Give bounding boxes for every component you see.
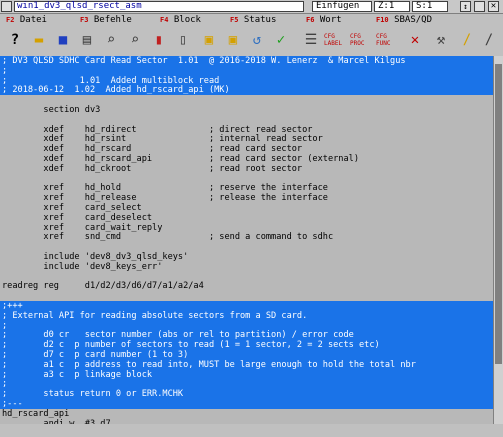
- code-line[interactable]: xdef hd_rdirect ; direct read sector: [0, 125, 493, 135]
- menu-wort[interactable]: F6 Wort: [306, 14, 342, 26]
- code-line[interactable]: ; External API for reading absolute sect…: [0, 310, 493, 321]
- code-line[interactable]: [0, 174, 493, 184]
- menu-bar: F2 Datei F3 Befehle F4 Block F5 Status F…: [0, 14, 503, 26]
- menu-status[interactable]: F5 Status: [230, 14, 276, 26]
- code-line[interactable]: [0, 272, 493, 282]
- undo-icon[interactable]: ↺: [246, 29, 268, 51]
- toolbar: ? ▬ ■ ▤ ⌕ ⌕ ▮ ▯ ▣ ▣ ↺ ✓ ☰ CFG LABEL CFG …: [0, 26, 503, 57]
- confirm-icon[interactable]: ✓: [270, 29, 292, 51]
- code-line[interactable]: section dv3: [0, 105, 493, 115]
- code-editor[interactable]: ; DV3 QLSD SDHC Card Read Sector 1.01 @ …: [0, 56, 493, 424]
- open-folder-icon[interactable]: ▬: [28, 29, 50, 51]
- pen-icon[interactable]: /: [456, 29, 478, 51]
- line-indicator: Z:1: [374, 1, 410, 12]
- code-line[interactable]: xdef hd_rscard_api ; read card sector (e…: [0, 154, 493, 164]
- menu-befehle[interactable]: F3 Befehle: [80, 14, 132, 26]
- code-line[interactable]: ; a1 c p address to read into, MUST be l…: [0, 359, 493, 370]
- code-line[interactable]: [0, 242, 493, 252]
- vertical-scrollbar[interactable]: [493, 56, 503, 424]
- code-line[interactable]: xref card_deselect: [0, 213, 493, 223]
- code-line[interactable]: xdef hd_rscard ; read card sector: [0, 144, 493, 154]
- menu-datei[interactable]: F2 Datei: [6, 14, 47, 26]
- mode-indicator: Einfügen: [312, 1, 372, 12]
- list-icon[interactable]: ☰: [300, 29, 322, 51]
- code-line[interactable]: ;: [0, 320, 493, 331]
- copy-block-icon[interactable]: ▣: [198, 29, 220, 51]
- code-line[interactable]: ; status return 0 or ERR.MCHK: [0, 389, 493, 400]
- scroll-thumb[interactable]: [495, 64, 502, 364]
- save-icon[interactable]: ■: [52, 29, 74, 51]
- code-line[interactable]: xdef hd_rsint ; internal read sector: [0, 134, 493, 144]
- cfg-label-icon[interactable]: CFG LABEL: [324, 29, 346, 51]
- code-line[interactable]: ; 2018-06-12 1.02 Added hd_rscard_api (M…: [0, 85, 493, 96]
- code-line[interactable]: include 'dev8_dv3_qlsd_keys': [0, 252, 493, 262]
- window-menu-icon[interactable]: [1, 1, 12, 12]
- code-line[interactable]: ; DV3 QLSD SDHC Card Read Sector 1.01 @ …: [0, 56, 493, 66]
- code-line[interactable]: ;+++: [0, 301, 493, 311]
- code-line[interactable]: ;: [0, 379, 493, 390]
- code-line[interactable]: xref hd_hold ; reserve the interface: [0, 183, 493, 193]
- code-line[interactable]: xref snd_cmd ; send a command to sdhc: [0, 232, 493, 242]
- code-line[interactable]: hd_rscard_api: [0, 409, 493, 419]
- code-line[interactable]: ; a3 c p linkage block: [0, 369, 493, 380]
- code-line[interactable]: readreg reg d1/d2/d3/d6/d7/a1/a2/a4: [0, 281, 493, 291]
- paste-block-icon[interactable]: ▣: [222, 29, 244, 51]
- close-icon[interactable]: ✕: [488, 1, 499, 12]
- code-line[interactable]: xref card_select: [0, 203, 493, 213]
- sleep-icon[interactable]: [474, 1, 485, 12]
- cfg-func-icon[interactable]: CFG FUNC: [376, 29, 398, 51]
- window-title-box: win1_dv3_qlsd_rsect_asm: [14, 1, 304, 12]
- code-line[interactable]: ; d7 c p card number (1 to 3): [0, 350, 493, 360]
- code-line[interactable]: xdef hd_ckroot ; read root sector: [0, 164, 493, 174]
- code-line[interactable]: [0, 291, 493, 301]
- code-line[interactable]: ;---: [0, 399, 493, 409]
- cfg-proc-icon[interactable]: CFG PROC: [350, 29, 372, 51]
- code-line[interactable]: [0, 95, 493, 105]
- code-line[interactable]: [0, 115, 493, 125]
- column-indicator: S:1: [412, 1, 448, 12]
- horizontal-scrollbar[interactable]: [0, 424, 503, 437]
- menu-sbas[interactable]: F10 SBAS/QD: [376, 14, 432, 26]
- code-line[interactable]: xref hd_release ; release the interface: [0, 193, 493, 203]
- title-bar: win1_dv3_qlsd_rsect_asm Einfügen Z:1 S:1…: [0, 0, 503, 14]
- bookmark-icon[interactable]: ▮: [148, 29, 170, 51]
- pencil-icon[interactable]: /: [478, 29, 500, 51]
- help-icon[interactable]: ?: [4, 29, 26, 51]
- code-line[interactable]: ; d0 cr sector number (abs or rel to par…: [0, 330, 493, 341]
- delete-icon[interactable]: ✕: [404, 29, 426, 51]
- tools-icon[interactable]: ⚒: [430, 29, 452, 51]
- code-line[interactable]: ; 1.01 Added multiblock read: [0, 75, 493, 86]
- search-icon[interactable]: ⌕: [100, 29, 122, 51]
- zoom-icon[interactable]: ↕: [460, 1, 471, 12]
- code-line[interactable]: ;: [0, 65, 493, 76]
- code-line[interactable]: include 'dev8_keys_err': [0, 262, 493, 272]
- code-line[interactable]: ; d2 c p number of sectors to read (1 = …: [0, 340, 493, 351]
- new-document-icon[interactable]: ▯: [172, 29, 194, 51]
- print-icon[interactable]: ▤: [76, 29, 98, 51]
- search-replace-icon[interactable]: ⌕: [124, 29, 146, 51]
- window-title: win1_dv3_qlsd_rsect_asm: [17, 1, 142, 11]
- code-line[interactable]: xref card_wait_reply: [0, 223, 493, 233]
- menu-block[interactable]: F4 Block: [160, 14, 201, 26]
